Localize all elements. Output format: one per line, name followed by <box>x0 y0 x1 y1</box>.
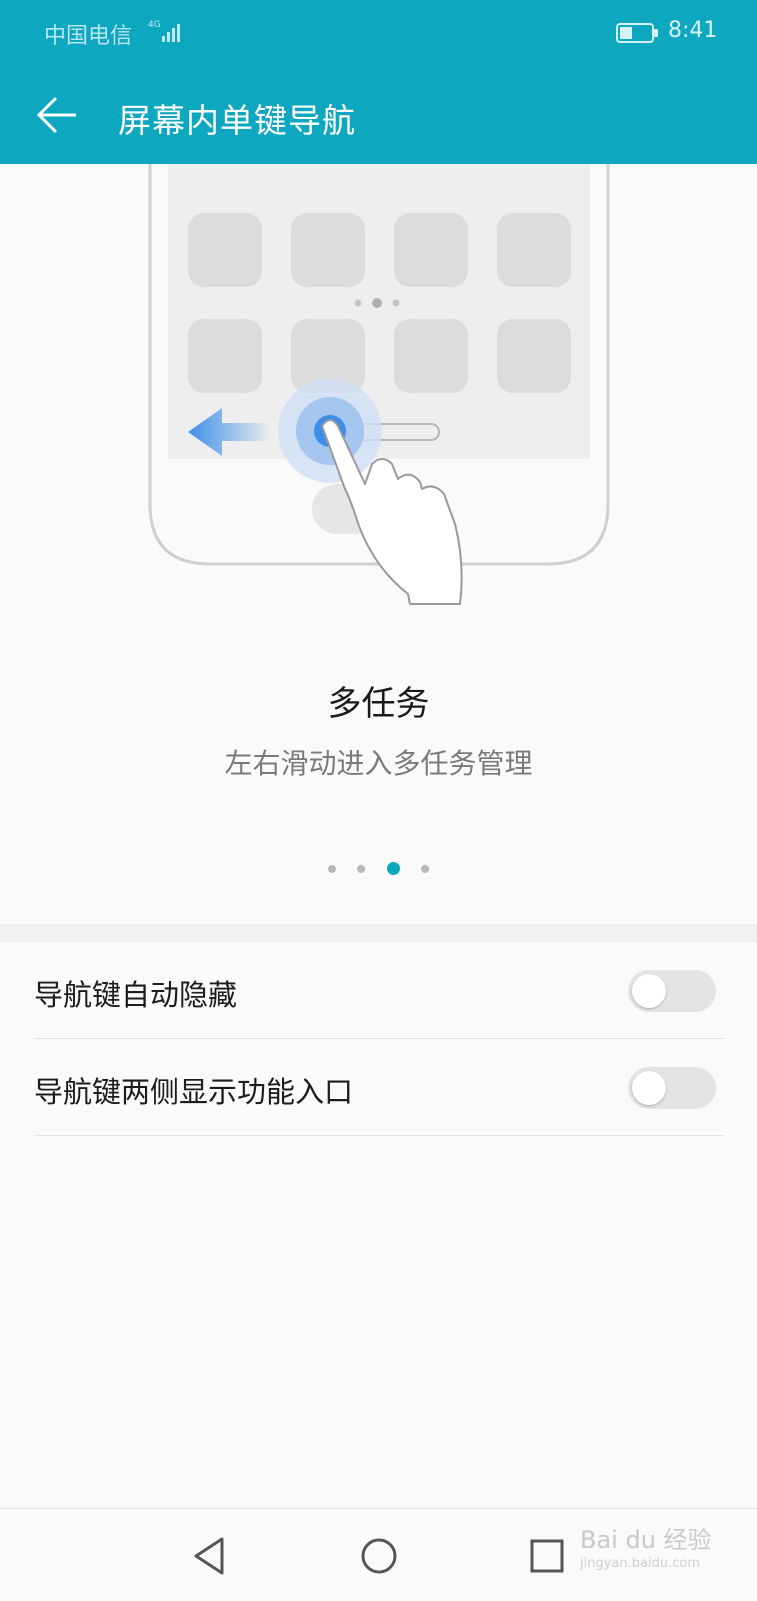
back-triangle-icon <box>194 1537 224 1575</box>
toggle-knob <box>632 974 666 1008</box>
home-circle-icon <box>361 1538 397 1574</box>
tutorial-illustration <box>0 154 757 614</box>
page-title: 屏幕内单键导航 <box>118 101 356 140</box>
tutorial-description: 左右滑动进入多任务管理 <box>224 747 533 780</box>
setting-row-auto-hide[interactable]: 导航键自动隐藏 <box>34 942 724 1039</box>
pager-indicator <box>0 858 757 875</box>
carrier-label: 中国电信 <box>44 24 133 49</box>
nav-back-button[interactable] <box>186 1531 236 1581</box>
back-arrow-icon <box>36 96 76 134</box>
setting-label: 导航键自动隐藏 <box>34 978 238 1012</box>
watermark: Bai du 经验 <box>580 1526 712 1554</box>
status-time: 8:41 <box>668 18 718 43</box>
toggle-knob <box>632 1071 666 1105</box>
setting-row-side-entry[interactable]: 导航键两侧显示功能入口 <box>34 1039 724 1136</box>
signal-icon: 4G <box>148 20 180 42</box>
auto-hide-toggle[interactable] <box>628 970 716 1012</box>
section-divider <box>0 924 757 942</box>
nav-home-button[interactable] <box>354 1531 404 1581</box>
status-bar: 中国电信 4G 8:41 <box>0 0 757 64</box>
phone-gesture-illustration <box>148 154 610 605</box>
pager-dot <box>328 864 337 873</box>
app-bar: 屏幕内单键导航 <box>0 64 757 164</box>
setting-label: 导航键两侧显示功能入口 <box>34 1075 354 1109</box>
pager-dot <box>420 864 429 873</box>
watermark-url: jingyan.baidu.com <box>580 1556 700 1571</box>
pager-dot-active <box>386 862 400 875</box>
recents-square-icon <box>530 1539 564 1573</box>
nav-recents-button[interactable] <box>522 1531 572 1581</box>
back-button[interactable] <box>30 86 88 144</box>
tutorial-title: 多任务 <box>327 684 430 724</box>
network-type-label: 4G <box>148 20 161 30</box>
battery-icon <box>616 23 658 43</box>
pager-dot <box>357 864 366 873</box>
side-entry-toggle[interactable] <box>628 1067 716 1109</box>
